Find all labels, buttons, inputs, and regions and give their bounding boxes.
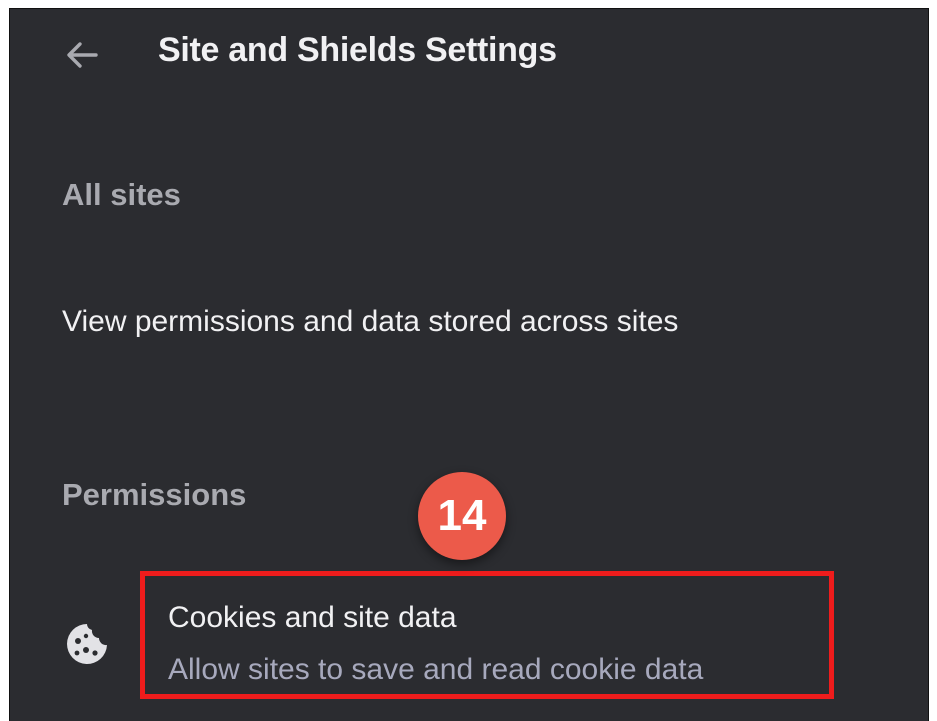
- arrow-back-icon[interactable]: [62, 35, 102, 75]
- permissions-heading: Permissions: [62, 477, 247, 512]
- page-title: Site and Shields Settings: [158, 31, 557, 69]
- cookies-title: Cookies and site data: [168, 601, 457, 634]
- cookie-icon: [64, 621, 110, 667]
- all-sites-heading: All sites: [62, 177, 181, 212]
- view-permissions-link[interactable]: View permissions and data stored across …: [62, 305, 678, 339]
- step-badge: 14: [418, 472, 506, 560]
- cookies-subtitle: Allow sites to save and read cookie data: [168, 653, 704, 686]
- settings-panel: Site and Shields Settings All sites View…: [9, 8, 929, 721]
- cookies-site-data-item[interactable]: Cookies and site data Allow sites to sav…: [10, 589, 928, 719]
